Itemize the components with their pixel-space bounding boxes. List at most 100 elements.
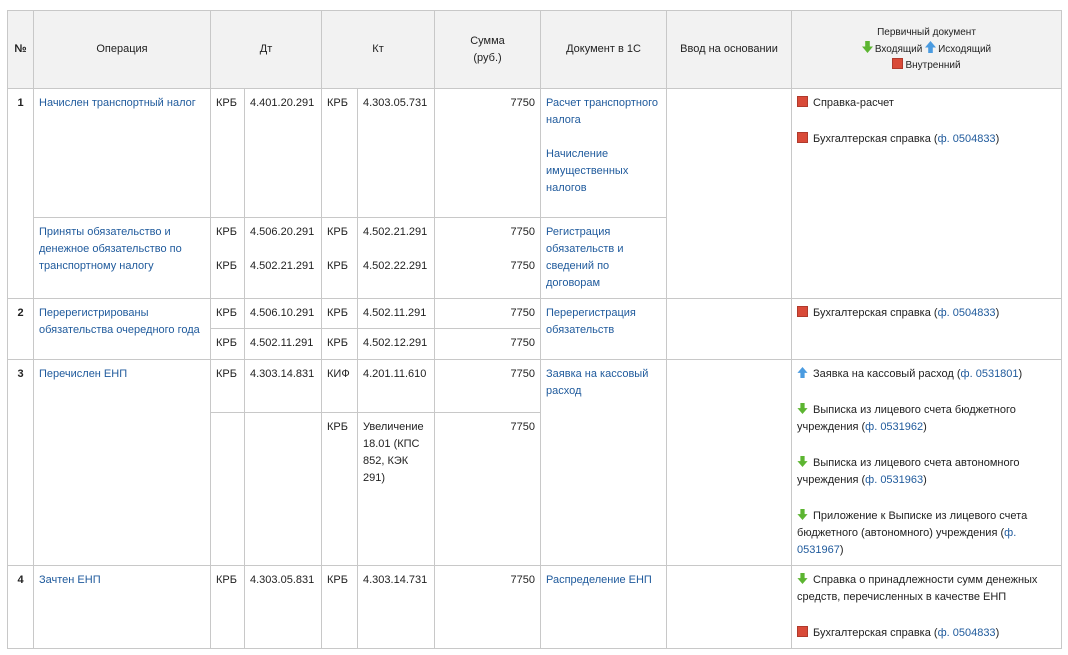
primary-doc-tail: ) (995, 133, 1000, 145)
basis-cell (666, 298, 793, 360)
basis-cell (666, 88, 793, 299)
dt-code: КРБ (210, 328, 245, 360)
doc1c-link[interactable]: Заявка на кассовый расход (546, 368, 648, 397)
sum-cell: 7750 (434, 358, 542, 414)
form-link[interactable]: ф. 0531801 (961, 368, 1019, 380)
doc1c-cell: Распределение ЕНП (540, 565, 668, 649)
row-number: 2 (7, 298, 34, 360)
operation-cell: Перерегистрированы обязательства очередн… (33, 298, 211, 360)
dt-code: КРБ (210, 565, 245, 649)
primary-doc-item: Бухгалтерская справка (ф. 0504833) (797, 131, 1056, 148)
operation-link[interactable]: Перечислен ЕНП (39, 368, 127, 380)
table-row: 4 Зачтен ЕНП КРБ 4.303.05.831 КРБ 4.303.… (7, 565, 1063, 649)
primary-doc-text: Справка о принадлежности сумм денежных с… (797, 574, 1038, 603)
primary-doc-text: Бухгалтерская справка ( (813, 133, 938, 145)
header-basis: Ввод на основании (666, 10, 793, 89)
primary-doc-tail: ) (1018, 368, 1023, 380)
primary-doc-tail: ) (995, 627, 1000, 639)
primary-doc-text: Бухгалтерская справка ( (813, 627, 938, 639)
operation-link[interactable]: Начислен транспортный налог (39, 97, 196, 109)
doc1c-cell: Перерегистрация обязательств (540, 298, 668, 360)
header-dt: Дт (210, 10, 322, 89)
sum-cell: 7750 (434, 328, 542, 360)
primary-doc-item: Заявка на кассовый расход (ф. 0531801) (797, 366, 1056, 383)
form-link[interactable]: ф. 0531963 (865, 474, 923, 486)
dt-code: КРБ (210, 358, 245, 414)
kt-account: 4.201.11.610 (356, 358, 436, 414)
header-kt: Кт (320, 10, 436, 89)
incoming-arrow-icon (797, 509, 808, 520)
header-primary-title: Первичный документ (877, 27, 976, 38)
dt-account: 4.303.05.831 (244, 565, 322, 649)
table-row: 2 Перерегистрированы обязательства очере… (7, 298, 1063, 360)
primary-doc-item: Справка-расчет (797, 95, 1056, 112)
dt-code (210, 412, 245, 566)
incoming-arrow-icon (797, 456, 808, 467)
kt-code: КРБ (321, 88, 358, 218)
kt-code-1: КРБ (327, 226, 348, 238)
header-doc1c: Документ в 1С (540, 10, 668, 89)
operation-link[interactable]: Перерегистрированы обязательства очередн… (39, 307, 200, 336)
dt-code-1: КРБ (216, 226, 237, 238)
dt-account (244, 412, 322, 566)
form-link[interactable]: ф. 0504833 (938, 627, 996, 639)
kt-code: КРБ (321, 328, 358, 360)
dt-code: КРБ (210, 298, 245, 329)
basis-cell (666, 359, 793, 566)
primary-doc-item: Приложение к Выписке из лицевого счета б… (797, 508, 1056, 559)
operations-table: № Операция Дт Кт Сумма (руб.) Документ в… (7, 10, 1063, 649)
doc1c-cell: Заявка на кассовый расход (540, 359, 668, 566)
primary-doc-item: Выписка из лицевого счета бюджетного учр… (797, 402, 1056, 436)
doc1c-cell: Регистрация обязательств и сведений по д… (540, 217, 668, 299)
header-sum-line2: (руб.) (473, 51, 502, 64)
incoming-arrow-icon (797, 403, 808, 414)
kt-code: КРБ (321, 412, 358, 566)
internal-square-icon (797, 132, 809, 143)
doc1c-link[interactable]: Расчет транспортного налога (546, 97, 658, 126)
row-number: 3 (7, 359, 34, 566)
dt-account: 4.401.20.291 (244, 88, 322, 218)
form-link[interactable]: ф. 0504833 (938, 133, 996, 145)
incoming-arrow-icon (797, 573, 808, 584)
table-row: 3 Перечислен ЕНП КРБ 4.303.14.831 КИФ 4.… (7, 358, 1063, 566)
doc1c-link[interactable]: Начисление имущественных налогов (546, 148, 628, 194)
header-sum-line1: Сумма (470, 34, 505, 47)
operation-cell: Зачтен ЕНП (33, 565, 211, 649)
dt-account: 4.502.11.291 (244, 328, 322, 360)
legend-internal: Внутренний (905, 60, 961, 71)
legend-outgoing: Исходящий (938, 44, 992, 55)
operation-link[interactable]: Приняты обязательство и денежное обязате… (39, 226, 182, 272)
primary-doc-text: Справка-расчет (813, 97, 894, 109)
sum-cell: 7750 (434, 298, 542, 329)
sum-1: 7750 (510, 226, 536, 238)
operation-link[interactable]: Зачтен ЕНП (39, 574, 101, 586)
primary-doc-legend: Первичный документ Входящий Исходящий Вн… (797, 25, 1056, 74)
doc1c-cell: Расчет транспортного налога Начисление и… (540, 88, 668, 218)
kt-account: 4.502.11.291 (356, 298, 436, 329)
primary-doc-tail: ) (839, 544, 844, 556)
internal-square-icon (797, 96, 809, 107)
kt-account: Увеличение 18.01 (КПС 852, КЭК 291) (356, 412, 436, 566)
dt-code: КРБ КРБ (210, 217, 245, 299)
kt-code: КРБ КРБ (321, 217, 358, 299)
doc1c-link[interactable]: Регистрация обязательств и сведений по д… (546, 226, 623, 289)
header-num: № (7, 10, 34, 89)
doc1c-link[interactable]: Распределение ЕНП (546, 574, 652, 586)
internal-square-icon (797, 626, 809, 637)
dt-account: 4.506.20.291 4.502.21.291 (244, 217, 322, 299)
primary-doc-tail: ) (923, 474, 927, 486)
primary-doc-cell: Бухгалтерская справка (ф. 0504833) (791, 298, 1063, 360)
sum-cell: 7750 (434, 565, 542, 649)
primary-doc-item: Бухгалтерская справка (ф. 0504833) (797, 305, 1056, 322)
form-link[interactable]: ф. 0504833 (938, 307, 996, 319)
kt-account: 4.502.12.291 (356, 328, 436, 360)
doc1c-link[interactable]: Перерегистрация обязательств (546, 307, 636, 336)
primary-doc-tail: ) (995, 307, 1000, 319)
basis-cell (666, 565, 793, 649)
kt-code: КРБ (321, 565, 358, 649)
form-link[interactable]: ф. 0531962 (865, 421, 923, 433)
operation-cell: Перечислен ЕНП (33, 359, 211, 566)
primary-doc-cell: Справка-расчет Бухгалтерская справка (ф.… (791, 88, 1063, 299)
primary-doc-item: Выписка из лицевого счета автономного уч… (797, 455, 1056, 489)
incoming-arrow-icon (862, 41, 873, 53)
